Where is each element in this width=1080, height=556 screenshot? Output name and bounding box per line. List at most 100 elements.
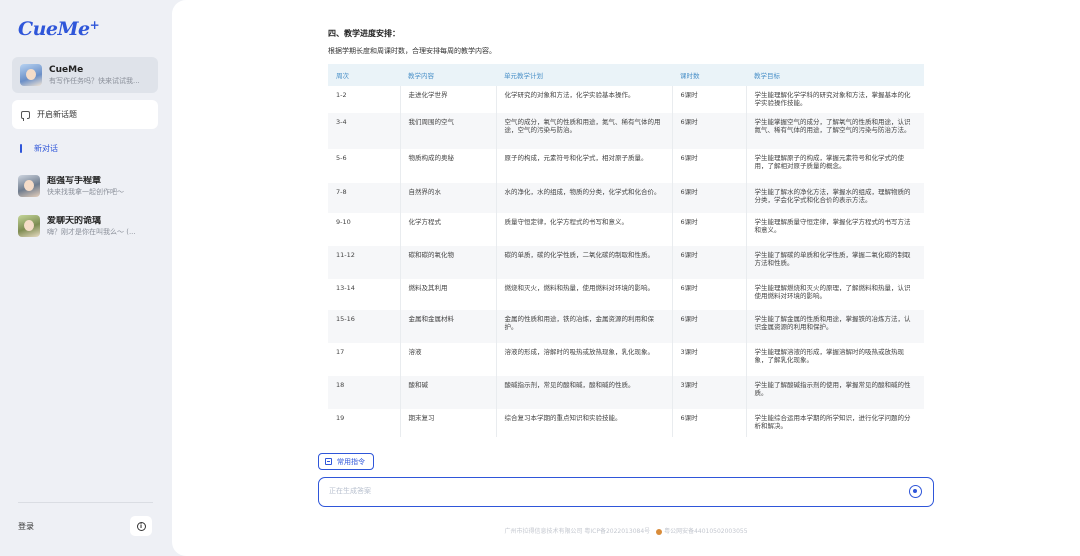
- table-cell: 13-14: [328, 279, 401, 310]
- header-goal: 教学目标: [746, 64, 924, 86]
- table-cell: 原子的构成，元素符号和化学式，相对原子质量。: [496, 149, 673, 183]
- footer-company: 广州市拉得信息技术有限公司: [504, 528, 583, 535]
- table-row: 9-10 化学方程式 质量守恒定律，化学方程式的书写和意义。 6课时 学生能理解质量守恒…: [328, 213, 924, 246]
- table-row: 15-16 金属和金属材料 金属的性质和用途，铁的冶炼，金属资源的利用和保护。 6课时…: [328, 310, 924, 343]
- table-cell: 15-16: [328, 310, 401, 343]
- header-week: 周次: [328, 64, 400, 86]
- table-cell: 5-6: [328, 149, 401, 183]
- common-commands-label: 常用指令: [337, 457, 365, 466]
- table-cell: 3课时: [672, 343, 747, 376]
- table-row: 7-8 自然界的水 水的净化，水的组成，物质的分类，化学式和化合价。 6课时 学生能了解…: [328, 183, 924, 213]
- table-row: 3-4 我们周围的空气 空气的成分，氧气的性质和用途，氮气、稀有气体的用途，空气的污…: [328, 113, 924, 149]
- response-document: 四、教学进度安排： 根据学期长度和周课时数，合理安排每周的教学内容。 周次 教学…: [318, 18, 934, 448]
- info-button[interactable]: i: [130, 516, 152, 536]
- table-cell: 11-12: [328, 246, 401, 279]
- table-cell: 学生能了解水的净化方法，掌握水的组成，理解物质的分类，学会化学式和化合价的表示方…: [746, 183, 924, 213]
- table-cell: 3-4: [328, 113, 401, 149]
- contact-subtitle: 快来找我拿一起创作吧～: [47, 187, 124, 196]
- table-cell: 自然界的水: [400, 183, 497, 213]
- sidebar-divider: [18, 502, 153, 503]
- message-input[interactable]: [329, 487, 889, 495]
- new-dialog-item[interactable]: 新对话: [20, 143, 58, 154]
- police-badge-icon: [656, 528, 663, 535]
- table-row: 18 酸和碱 酸碱指示剂，常见的酸和碱，酸和碱的性质。 3课时 学生能了解酸碱指示剂的使…: [328, 376, 924, 409]
- table-cell: 期末复习: [400, 409, 497, 437]
- table-cell: 6课时: [672, 86, 747, 113]
- chat-bubble-icon: [21, 110, 30, 121]
- table-row: 17 溶液 溶液的形成，溶解时的吸热或放热现象，乳化现象。 3课时 学生能理解溶液的形成…: [328, 343, 924, 376]
- table-cell: 6课时: [672, 149, 747, 183]
- table-cell: 学生能了解金属的性质和用途，掌握铁的冶炼方法，认识金属资源的利用和保护。: [746, 310, 924, 343]
- contact-item[interactable]: 爱聊天的诡璃 嗨？刚才是你在叫我么～ (...: [18, 212, 168, 240]
- table-cell: 6课时: [672, 279, 747, 310]
- active-chat-item[interactable]: CueMe 有写作任务吗？快来试试我...: [12, 57, 158, 93]
- table-cell: 学生能理解化学学科的研究对象和方法，掌握基本的化学实验操作技能。: [746, 86, 924, 113]
- table-cell: 学生能掌握空气的成分，了解氧气的性质和用途，认识氮气、稀有气体的用途，了解空气的…: [746, 113, 924, 149]
- active-indicator: [20, 144, 22, 153]
- table-cell: 学生能了解酸碱指示剂的使用，掌握常见的酸和碱的性质。: [746, 376, 924, 409]
- common-commands-button[interactable]: 常用指令: [318, 453, 374, 470]
- table-cell: 3课时: [672, 376, 747, 409]
- stop-generating-icon[interactable]: [909, 485, 922, 498]
- footer-icp[interactable]: 粤ICP备2022013084号: [584, 528, 650, 535]
- table-cell: 6课时: [672, 409, 747, 437]
- table-body: 1-2 走进化学世界 化学研究的对象和方法，化学实验基本操作。 6课时 学生能理解化学学…: [328, 86, 924, 437]
- table-cell: 溶液的形成，溶解时的吸热或放热现象，乳化现象。: [496, 343, 673, 376]
- footer: 广州市拉得信息技术有限公司 粤ICP备2022013084号 粤公网安备4401…: [172, 526, 1080, 535]
- header-hours: 课时数: [672, 64, 746, 86]
- contact-avatar: [18, 215, 40, 237]
- new-topic-button[interactable]: 开启新话题: [12, 100, 158, 129]
- login-link[interactable]: 登录: [18, 521, 34, 532]
- table-cell: 学生能综合运用本学期的所学知识，进行化学问题的分析和解决。: [746, 409, 924, 437]
- table-cell: 金属和金属材料: [400, 310, 497, 343]
- section-title: 四、教学进度安排：: [328, 29, 400, 38]
- cueme-logo[interactable]: CueMe+: [18, 18, 100, 40]
- message-composer: [318, 477, 934, 507]
- table-cell: 化学研究的对象和方法，化学实验基本操作。: [496, 86, 673, 113]
- table-cell: 水的净化，水的组成，物质的分类，化学式和化合价。: [496, 183, 673, 213]
- new-topic-label: 开启新话题: [37, 110, 77, 119]
- command-icon: [325, 458, 332, 465]
- main-panel: 四、教学进度安排： 根据学期长度和周课时数，合理安排每周的教学内容。 周次 教学…: [172, 0, 1080, 556]
- header-unit-plan: 单元教学计划: [496, 64, 672, 86]
- table-row: 13-14 燃料及其利用 燃烧和灭火，燃料和热量，使用燃料对环境的影响。 6课时 学生能…: [328, 279, 924, 310]
- sidebar: CueMe+ CueMe 有写作任务吗？快来试试我... 开启新话题 新对话 超…: [0, 0, 172, 556]
- table-cell: 学生能了解碳的单质和化学性质，掌握二氧化碳的制取方法和性质。: [746, 246, 924, 279]
- section-intro: 根据学期长度和周课时数，合理安排每周的教学内容。: [328, 47, 496, 55]
- table-cell: 燃料及其利用: [400, 279, 497, 310]
- new-dialog-label: 新对话: [34, 144, 58, 153]
- table-cell: 燃烧和灭火，燃料和热量，使用燃料对环境的影响。: [496, 279, 673, 310]
- table-cell: 物质构成的奥秘: [400, 149, 497, 183]
- contact-avatar: [18, 175, 40, 197]
- table-cell: 走进化学世界: [400, 86, 497, 113]
- table-cell: 17: [328, 343, 401, 376]
- table-cell: 9-10: [328, 213, 401, 246]
- table-cell: 溶液: [400, 343, 497, 376]
- table-cell: 6课时: [672, 310, 747, 343]
- table-cell: 我们周围的空气: [400, 113, 497, 149]
- table-header-row: 周次 教学内容 单元教学计划 课时数 教学目标: [328, 64, 924, 86]
- table-cell: 6课时: [672, 246, 747, 279]
- contact-title: 超强写手程章: [47, 175, 102, 186]
- table-cell: 7-8: [328, 183, 401, 213]
- logo-plus-mark: +: [89, 18, 100, 32]
- contact-title: 爱聊天的诡璃: [47, 215, 102, 226]
- footer-police[interactable]: 粤公网安备44010502003055: [664, 528, 747, 535]
- info-icon: i: [136, 521, 146, 531]
- active-chat-subtitle: 有写作任务吗？快来试试我...: [49, 76, 140, 85]
- table-row: 1-2 走进化学世界 化学研究的对象和方法，化学实验基本操作。 6课时 学生能理解化学学…: [328, 86, 924, 113]
- table-row: 11-12 碳和碳的氧化物 碳的单质，碳的化学性质，二氧化碳的制取和性质。 6课时 学生…: [328, 246, 924, 279]
- schedule-table: 周次 教学内容 单元教学计划 课时数 教学目标 1-2 走进化学世界 化学研究的对象…: [328, 64, 924, 437]
- table-cell: 质量守恒定律，化学方程式的书写和意义。: [496, 213, 673, 246]
- table-cell: 化学方程式: [400, 213, 497, 246]
- table-cell: 19: [328, 409, 401, 437]
- table-cell: 空气的成分，氧气的性质和用途，氮气、稀有气体的用途，空气的污染与防治。: [496, 113, 673, 149]
- table-cell: 学生能理解原子的构成，掌握元素符号和化学式的使用，了解相对原子质量的概念。: [746, 149, 924, 183]
- table-cell: 1-2: [328, 86, 401, 113]
- table-cell: 学生能理解溶液的形成，掌握溶解时的吸热或放热现象，了解乳化现象。: [746, 343, 924, 376]
- contact-item[interactable]: 超强写手程章 快来找我拿一起创作吧～: [18, 172, 168, 200]
- table-cell: 综合复习本学期的重点知识和实验技能。: [496, 409, 673, 437]
- header-content: 教学内容: [400, 64, 496, 86]
- logo-text: CueMe: [18, 18, 90, 40]
- table-cell: 18: [328, 376, 401, 409]
